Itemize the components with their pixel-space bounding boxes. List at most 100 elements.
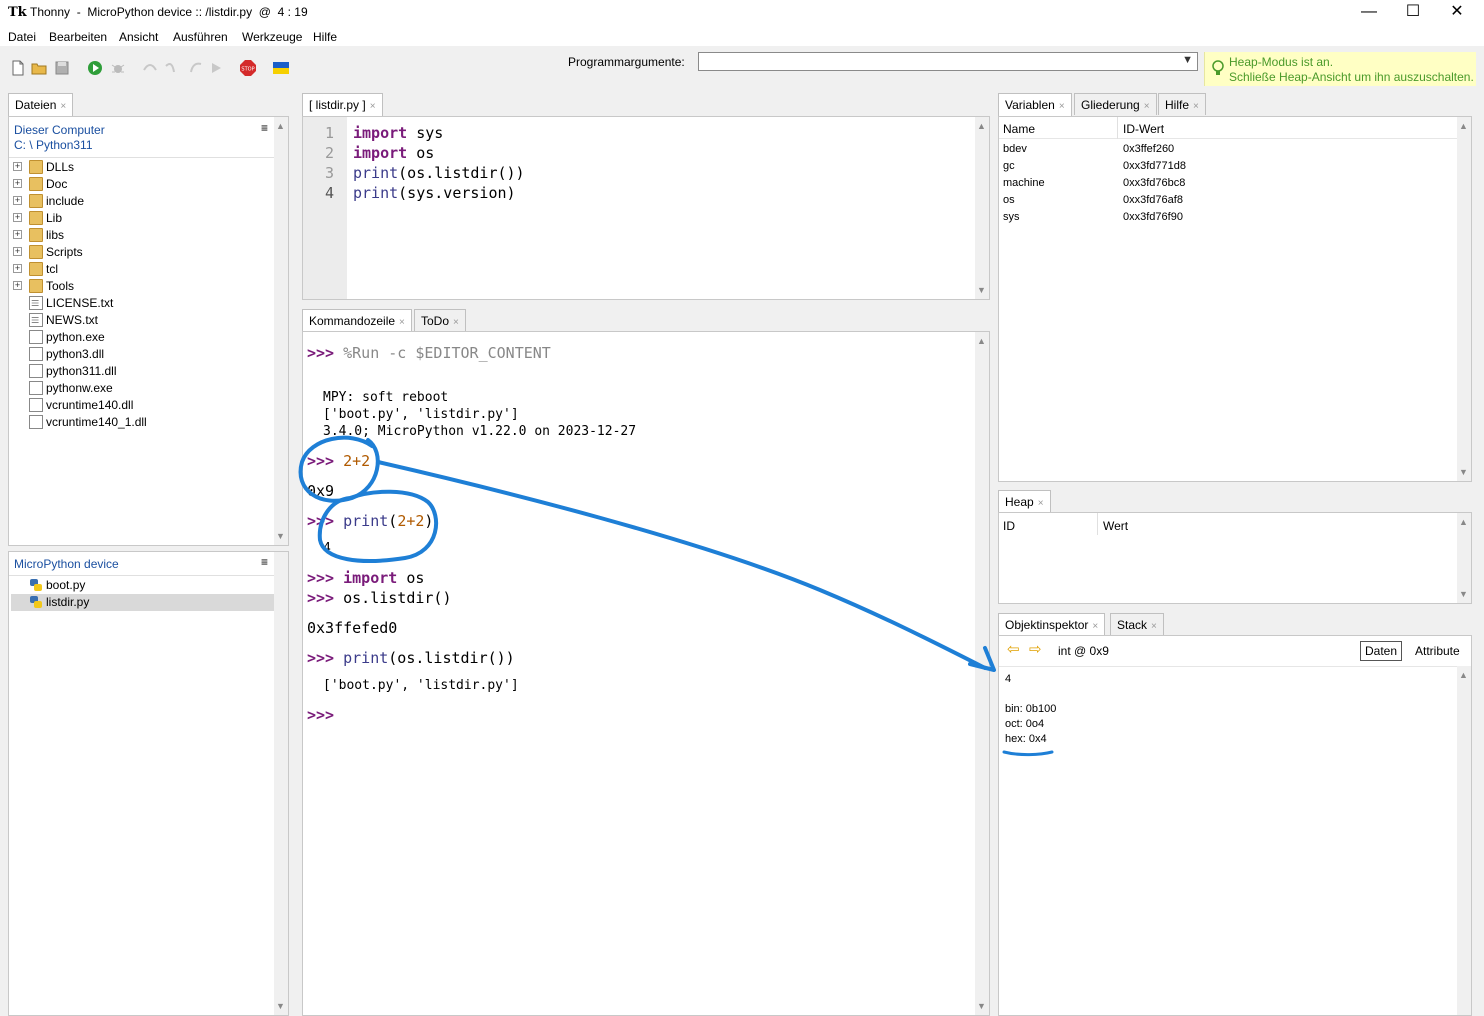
- variable-row[interactable]: os 0xx3fd76af8: [999, 194, 1457, 211]
- close-icon[interactable]: ×: [453, 317, 459, 328]
- files-scrollbar[interactable]: ▲ ▼: [274, 117, 288, 545]
- menu-werkzeuge[interactable]: Werkzeuge: [242, 30, 302, 44]
- tree-item[interactable]: + Scripts: [11, 244, 275, 261]
- scroll-down-icon[interactable]: ▼: [977, 1001, 986, 1011]
- code-editor[interactable]: 1 2 3 4 import sys import os print(os.li…: [302, 116, 990, 300]
- menu-icon[interactable]: ≡: [261, 555, 268, 569]
- menu-hilfe[interactable]: Hilfe: [313, 30, 337, 44]
- device-scrollbar[interactable]: ▼: [274, 552, 288, 1015]
- expand-icon[interactable]: +: [13, 281, 22, 290]
- expand-icon[interactable]: +: [13, 247, 22, 256]
- scroll-down-icon[interactable]: ▼: [1459, 467, 1468, 477]
- expand-icon[interactable]: +: [13, 230, 22, 239]
- menu-icon[interactable]: ≡: [261, 121, 268, 135]
- chevron-down-icon[interactable]: ▼: [1182, 54, 1193, 66]
- expand-icon[interactable]: +: [13, 213, 22, 222]
- shell-console[interactable]: >>> %Run -c $EDITOR_CONTENT MPY: soft re…: [302, 331, 990, 1016]
- tab-dateien[interactable]: Dateien ×: [8, 93, 74, 116]
- tree-item[interactable]: + Doc: [11, 176, 275, 193]
- tree-item[interactable]: python.exe: [11, 329, 275, 346]
- inspector-scrollbar[interactable]: ▲: [1457, 666, 1471, 1015]
- stop-icon[interactable]: STOP: [240, 60, 256, 76]
- tree-item[interactable]: listdir.py: [11, 594, 275, 611]
- col-wert[interactable]: Wert: [1103, 519, 1128, 533]
- close-icon[interactable]: ×: [1151, 621, 1157, 632]
- scroll-up-icon[interactable]: ▲: [1459, 121, 1468, 131]
- close-icon[interactable]: ×: [399, 317, 405, 328]
- tree-item[interactable]: NEWS.txt: [11, 312, 275, 329]
- expand-icon[interactable]: +: [13, 264, 22, 273]
- shell-scrollbar[interactable]: ▲ ▼: [975, 332, 989, 1015]
- tree-item[interactable]: + Lib: [11, 210, 275, 227]
- step-into-icon[interactable]: [164, 60, 180, 76]
- tree-item[interactable]: + tcl: [11, 261, 275, 278]
- tab-gliederung[interactable]: Gliederung ×: [1074, 93, 1157, 115]
- computer-header[interactable]: Dieser Computer: [14, 123, 105, 137]
- tab-kommandozeile[interactable]: Kommandozeile ×: [302, 309, 412, 332]
- tab-hilfe[interactable]: Hilfe ×: [1158, 93, 1206, 115]
- menu-datei[interactable]: Datei: [8, 30, 36, 44]
- tab-stack[interactable]: Stack ×: [1110, 613, 1164, 635]
- variable-row[interactable]: sys 0xx3fd76f90: [999, 211, 1457, 228]
- tree-item[interactable]: vcruntime140.dll: [11, 397, 275, 414]
- col-id[interactable]: ID: [1003, 519, 1015, 533]
- computer-path[interactable]: C: \ Python311: [14, 138, 93, 152]
- tab-todo[interactable]: ToDo ×: [414, 309, 466, 331]
- col-name[interactable]: Name: [1003, 122, 1035, 136]
- tab-heap[interactable]: Heap ×: [998, 490, 1051, 513]
- resume-icon[interactable]: [209, 60, 225, 76]
- menu-ausfuehren[interactable]: Ausführen: [173, 30, 228, 44]
- scroll-up-icon[interactable]: ▲: [977, 336, 986, 346]
- scroll-down-icon[interactable]: ▼: [276, 531, 285, 541]
- tree-item[interactable]: vcruntime140_1.dll: [11, 414, 275, 431]
- tree-item[interactable]: python3.dll: [11, 346, 275, 363]
- tree-item[interactable]: + DLLs: [11, 159, 275, 176]
- tab-variablen[interactable]: Variablen ×: [998, 93, 1072, 116]
- tab-listdir[interactable]: [ listdir.py ] ×: [302, 93, 383, 116]
- expand-icon[interactable]: +: [13, 196, 22, 205]
- run-icon[interactable]: [87, 60, 103, 76]
- variables-scrollbar[interactable]: ▲ ▼: [1457, 117, 1471, 481]
- scroll-down-icon[interactable]: ▼: [977, 285, 986, 295]
- scroll-up-icon[interactable]: ▲: [276, 121, 285, 131]
- attribute-button[interactable]: Attribute: [1415, 644, 1460, 658]
- maximize-button[interactable]: ☐: [1390, 0, 1436, 26]
- step-out-icon[interactable]: [187, 60, 203, 76]
- tree-item[interactable]: + include: [11, 193, 275, 210]
- debug-icon[interactable]: [110, 60, 126, 76]
- scroll-up-icon[interactable]: ▲: [1459, 517, 1468, 527]
- col-id-value[interactable]: ID-Wert: [1123, 122, 1164, 136]
- close-icon[interactable]: ×: [1038, 498, 1044, 509]
- open-file-icon[interactable]: [31, 60, 47, 76]
- back-arrow-icon[interactable]: ⇦: [1007, 642, 1020, 657]
- device-header[interactable]: MicroPython device: [14, 557, 119, 571]
- save-icon[interactable]: [54, 60, 70, 76]
- tab-objektinspektor[interactable]: Objektinspektor ×: [998, 613, 1106, 636]
- shell-prompt[interactable]: >>>: [307, 706, 334, 724]
- tree-item[interactable]: python311.dll: [11, 363, 275, 380]
- variable-row[interactable]: bdev 0x3ffef260: [999, 143, 1457, 160]
- flag-icon[interactable]: [273, 60, 289, 76]
- close-icon[interactable]: ×: [1059, 101, 1065, 112]
- editor-scrollbar[interactable]: ▲ ▼: [975, 117, 989, 299]
- daten-button[interactable]: Daten: [1360, 641, 1403, 661]
- program-args-input[interactable]: ▼: [698, 52, 1198, 71]
- tree-item[interactable]: + Tools: [11, 278, 275, 295]
- close-button[interactable]: ✕: [1434, 0, 1480, 26]
- scroll-down-icon[interactable]: ▼: [1459, 589, 1468, 599]
- heap-scrollbar[interactable]: ▲ ▼: [1457, 513, 1471, 603]
- menu-bearbeiten[interactable]: Bearbeiten: [49, 30, 107, 44]
- scroll-up-icon[interactable]: ▲: [1459, 670, 1468, 680]
- menu-ansicht[interactable]: Ansicht: [119, 30, 158, 44]
- tree-item[interactable]: + libs: [11, 227, 275, 244]
- variable-row[interactable]: gc 0xx3fd771d8: [999, 160, 1457, 177]
- tree-item[interactable]: pythonw.exe: [11, 380, 275, 397]
- step-over-icon[interactable]: [142, 60, 158, 76]
- scroll-down-icon[interactable]: ▼: [276, 1001, 285, 1011]
- expand-icon[interactable]: +: [13, 179, 22, 188]
- tree-item[interactable]: LICENSE.txt: [11, 295, 275, 312]
- close-icon[interactable]: ×: [1144, 101, 1150, 112]
- forward-arrow-icon[interactable]: ⇨: [1029, 642, 1042, 657]
- close-icon[interactable]: ×: [60, 101, 66, 112]
- close-icon[interactable]: ×: [370, 101, 376, 112]
